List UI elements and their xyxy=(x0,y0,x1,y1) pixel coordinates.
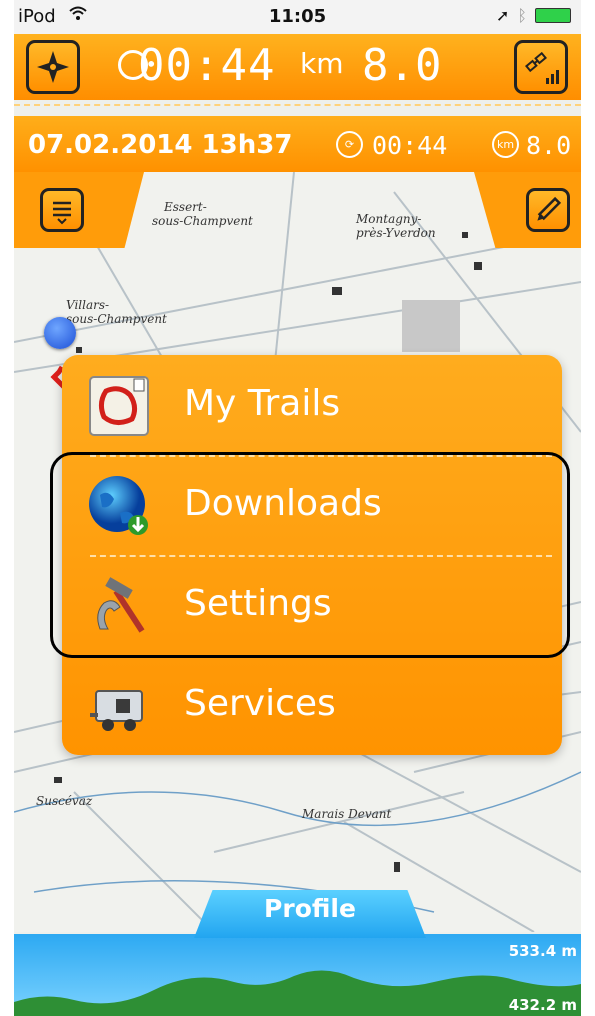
map-place-label: sous-Champvent xyxy=(152,214,253,228)
pencil-icon xyxy=(537,196,562,221)
menu-item-services[interactable]: Services xyxy=(62,655,562,755)
recording-datetime: 07.02.2014 13h37 xyxy=(28,130,293,160)
profile-tab-label: Profile xyxy=(264,894,356,923)
bluetooth-icon: ᛒ xyxy=(517,6,527,25)
menu-label-my-trails: My Trails xyxy=(184,383,341,424)
distance-unit-small: km xyxy=(496,138,515,151)
compass-icon xyxy=(37,51,69,83)
divider xyxy=(14,104,581,106)
selection-highlight xyxy=(50,452,570,658)
map-place-label: Montagny- xyxy=(356,212,422,226)
menu-item-my-trails[interactable]: My Trails xyxy=(62,355,562,455)
distance-unit-large: km xyxy=(300,47,344,80)
min-elevation-label: 432.2 m xyxy=(508,996,577,1014)
distance-large: 8.0 xyxy=(362,40,442,91)
list-menu-button[interactable] xyxy=(40,188,84,232)
center-location-button[interactable] xyxy=(26,40,80,94)
status-bar: iPod 11:05 ➚ ᛒ xyxy=(14,0,581,34)
trailer-icon xyxy=(86,673,152,739)
distance-small: 8.0 xyxy=(526,131,572,160)
top-stats-bar xyxy=(14,34,581,100)
elapsed-time-small: 00:44 xyxy=(372,131,448,160)
timer-icon: ⟳ xyxy=(336,131,363,158)
map-place-label: près-Yverdon xyxy=(356,226,436,240)
map-place-label: sous-Champvent xyxy=(66,312,167,326)
app-screen: iPod 11:05 ➚ ᛒ Montagny- près-Yverdon Es… xyxy=(14,0,581,1016)
gps-signal-button[interactable] xyxy=(514,40,568,94)
elapsed-time-large: 00:44 xyxy=(138,40,276,91)
trail-map-icon xyxy=(86,373,152,439)
edit-button[interactable] xyxy=(526,188,570,232)
max-elevation-label: 533.4 m xyxy=(508,942,577,960)
menu-label-services: Services xyxy=(184,683,336,724)
distance-icon: km xyxy=(492,131,519,158)
satellite-signal-icon xyxy=(525,51,559,84)
map-place-label: Marais Devant xyxy=(302,807,392,821)
map-place-label: Suscévaz xyxy=(36,794,93,808)
map-place-label: Essert- xyxy=(164,200,207,214)
battery-icon xyxy=(535,8,571,23)
elevation-profile[interactable]: 533.4 m 432.2 m xyxy=(14,934,581,1016)
current-location-icon xyxy=(44,317,76,349)
location-arrow-icon: ➚ xyxy=(495,6,510,25)
list-icon xyxy=(53,201,71,225)
map-place-label: Villars- xyxy=(66,298,110,312)
